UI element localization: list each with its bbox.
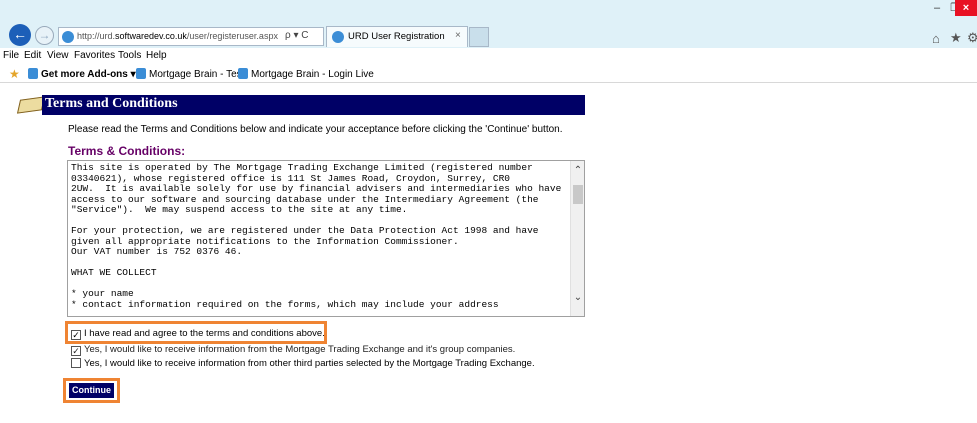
page-header-bar: Terms and Conditions — [42, 95, 585, 115]
scroll-thumb[interactable] — [573, 185, 583, 204]
menu-edit[interactable]: Edit — [24, 50, 41, 61]
favorite-label: Mortgage Brain - Login Live — [251, 69, 374, 80]
scroll-down-arrow-icon[interactable]: ⌄ — [571, 292, 584, 303]
url-host: softwaredev.co.uk — [115, 31, 187, 41]
close-window-button[interactable]: × — [955, 0, 977, 16]
address-url[interactable]: http://urd.softwaredev.co.uk/user/regist… — [77, 31, 278, 41]
menu-view[interactable]: View — [47, 50, 69, 61]
ie-page-icon — [332, 31, 344, 43]
third-party-info-checkbox[interactable] — [71, 358, 81, 368]
mte-info-checkbox[interactable]: ✓ — [71, 346, 81, 356]
ie-page-icon — [238, 68, 248, 79]
mte-info-row[interactable]: ✓ Yes, I would like to receive informatio… — [71, 344, 515, 356]
favorite-mortgage-brain-login-live[interactable]: Mortgage Brain - Login Live — [238, 68, 374, 80]
terms-textarea[interactable]: This site is operated by The Mortgage Tr… — [67, 160, 585, 317]
continue-button[interactable]: Continue — [69, 383, 114, 398]
section-title: Terms & Conditions: — [68, 144, 186, 158]
mte-info-label: Yes, I would like to receive information… — [84, 344, 516, 355]
favorites-bar: ★ Get more Add-ons ▾ Mortgage Brain - Te… — [0, 64, 977, 83]
tab-urd-user-registration[interactable]: URD User Registration × — [326, 26, 468, 47]
menu-favorites[interactable]: Favorites — [74, 50, 115, 61]
ie-page-icon — [136, 68, 146, 79]
home-icon[interactable]: ⌂ — [932, 31, 940, 46]
scroll-up-arrow-icon[interactable]: ⌃ — [571, 165, 584, 176]
page-title: Terms and Conditions — [45, 96, 178, 111]
favorites-star-icon[interactable]: ★ — [9, 67, 20, 81]
terms-text: This site is operated by The Mortgage Tr… — [71, 162, 562, 310]
ie-page-icon — [62, 31, 74, 43]
menu-file[interactable]: File — [3, 50, 19, 61]
third-party-info-row[interactable]: Yes, I would like to receive information… — [71, 358, 535, 369]
tab-close-icon[interactable]: × — [455, 30, 461, 41]
back-arrow-icon[interactable]: ← — [9, 24, 31, 46]
browser-titlebar: – ❐ × ← → http://urd.softwaredev.co.uk/u… — [0, 0, 977, 48]
menu-tools[interactable]: Tools — [118, 50, 141, 61]
book-icon — [16, 96, 46, 114]
tab-label: URD User Registration — [348, 31, 445, 42]
favorite-label: Get more Add-ons ▾ — [41, 69, 136, 80]
gear-icon[interactable]: ⚙ — [967, 30, 977, 46]
url-path: /user/registeruser.aspx — [186, 31, 278, 41]
favorite-label: Mortgage Brain - Test — [149, 69, 245, 80]
favorite-mortgage-brain-test[interactable]: Mortgage Brain - Test — [136, 68, 244, 80]
agree-highlight-box — [65, 321, 327, 344]
forward-arrow-icon[interactable]: → — [35, 26, 54, 45]
terms-scrollbar[interactable]: ⌃ ⌄ — [570, 161, 584, 316]
favorite-get-add-ons[interactable]: Get more Add-ons ▾ — [28, 68, 136, 80]
ie-page-icon — [28, 68, 38, 79]
url-prefix: http://urd. — [77, 31, 116, 41]
star-icon[interactable]: ★ — [950, 30, 962, 46]
instructions-text: Please read the Terms and Conditions bel… — [68, 124, 563, 135]
menu-help[interactable]: Help — [146, 50, 167, 61]
new-tab-button[interactable] — [469, 27, 489, 47]
third-party-info-label: Yes, I would like to receive information… — [84, 358, 535, 369]
menu-bar: File Edit View Favorites Tools Help — [0, 48, 977, 64]
address-bar[interactable]: http://urd.softwaredev.co.uk/user/regist… — [58, 27, 324, 46]
address-actions[interactable]: ρ ▾ C — [285, 30, 309, 41]
